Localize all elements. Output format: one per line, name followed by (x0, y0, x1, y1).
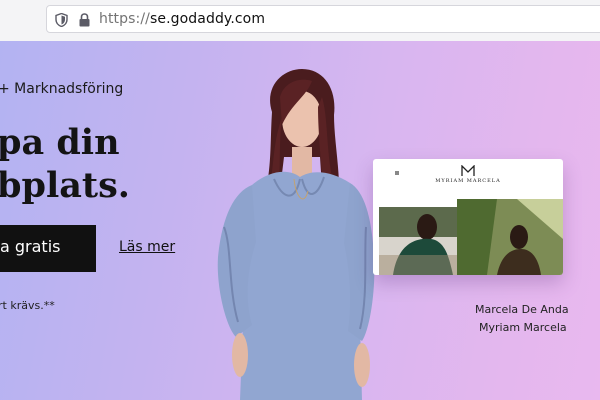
learn-more-link[interactable]: Läs mer (119, 239, 175, 255)
model-photo (217, 69, 375, 400)
url-host: se.godaddy.com (149, 11, 266, 27)
lock-icon[interactable] (79, 13, 90, 27)
headline-line-1: pa din (0, 122, 120, 163)
headline-line-2: bplats. (0, 165, 130, 206)
brand-logo-icon (461, 165, 475, 176)
browser-toolbar: https://se.godaddy.com (0, 0, 600, 38)
preview-photo-1 (379, 207, 457, 275)
url-scheme: https:// (99, 11, 150, 27)
hero-banner: + Marknadsföring pa din bplats. a gratis… (0, 41, 600, 400)
fineprint-text: rt krävs.** (0, 299, 55, 312)
website-preview-card: MYRIAM MARCELA (373, 159, 563, 275)
photo-caption-site: Myriam Marcela (479, 321, 567, 334)
category-label: + Marknadsföring (0, 81, 124, 97)
address-bar[interactable]: https://se.godaddy.com (46, 5, 600, 33)
start-free-button[interactable]: a gratis (0, 225, 96, 272)
photo-caption-name: Marcela De Anda (475, 303, 569, 316)
preview-photo-2 (457, 199, 563, 275)
tracking-shield-icon[interactable] (55, 13, 68, 27)
menu-icon (395, 171, 399, 175)
url-text[interactable]: https://se.godaddy.com (99, 11, 265, 27)
preview-brand-name: MYRIAM MARCELA (435, 178, 501, 184)
hero-headline: pa din bplats. (0, 121, 130, 207)
